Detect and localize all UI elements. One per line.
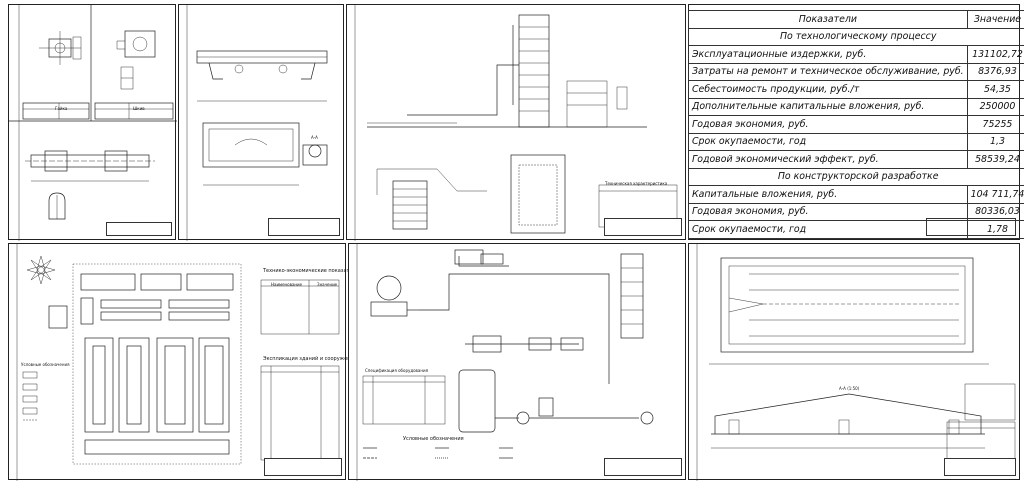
detail-title-label-2: Шкив <box>133 106 145 111</box>
section-aa2-label: А-А (1:50) <box>839 386 860 391</box>
tech-characteristic-title: Техническая характеристика <box>605 181 668 186</box>
legend-title: Условные обозначения <box>21 362 70 367</box>
building-plan-graphics <box>696 244 1016 481</box>
detail-title-label: Гайка <box>55 106 68 111</box>
title-block <box>106 222 172 236</box>
row-value: 250000 <box>966 97 1024 116</box>
table-row: Срок окупаемости, год 1,3 <box>688 132 1024 151</box>
row-value: 1,3 <box>966 132 1024 151</box>
row-value: 1,78 <box>966 220 1024 239</box>
apparatus-drawing-graphics <box>354 5 678 241</box>
row-name: Срок окупаемости, год <box>688 220 968 239</box>
section-title: По конструкторской разработке <box>687 167 1024 186</box>
row-name: Капитальные вложения, руб. <box>688 185 968 204</box>
row-name: Эксплуатационные издержки, руб. <box>688 45 968 64</box>
table-row: Затраты на ремонт и техническое обслужив… <box>688 62 1024 81</box>
drawing-sheet-site-plan: Технико-экономические показатели Наимено… <box>8 243 359 481</box>
table-row: Дополнительные капитальные вложения, руб… <box>688 97 1024 116</box>
spec-title: Спецификация оборудования <box>365 368 428 373</box>
section-row: По технологическому процессу <box>687 27 1024 46</box>
drawing-sheet-apparatus: Техническая характеристика <box>346 4 686 241</box>
table-row: Срок окупаемости, год 1,78 <box>688 220 1024 239</box>
row-value: 8376,93 <box>966 62 1024 81</box>
section-aa-label: А-А <box>311 135 318 140</box>
row-value: 80336,03 <box>966 202 1024 221</box>
row-value: 58539,24 <box>966 150 1024 169</box>
title-block <box>604 218 682 236</box>
col-zn-label: Значение <box>317 282 338 287</box>
row-value: 54,35 <box>966 80 1024 99</box>
legend-title-2: Условные обозначения <box>403 436 464 442</box>
row-value: 131102,72 <box>966 45 1024 64</box>
title-block <box>944 458 1016 476</box>
table-row: Годовой экономический эффект, руб. 58539,… <box>688 150 1024 169</box>
table-row: Годовая экономия, руб. 80336,03 <box>688 202 1024 221</box>
frame-drawing-graphics <box>186 5 328 241</box>
header-value: Значение <box>966 10 1024 29</box>
row-name: Затраты на ремонт и техническое обслужив… <box>688 62 968 81</box>
table-row: Годовая экономия, руб. 75255 <box>688 115 1024 134</box>
section-title: По технологическому процессу <box>687 27 1024 46</box>
row-name: Срок окупаемости, год <box>688 132 968 151</box>
wind-rose-icon <box>26 255 56 285</box>
row-name: Дополнительные капитальные вложения, руб… <box>688 97 968 116</box>
process-scheme-graphics <box>356 244 654 481</box>
explication-title: Экспликация зданий и сооружений <box>263 356 358 362</box>
table-row: Себестоимость продукции, руб./т 54,35 <box>688 80 1024 99</box>
row-name: Годовой экономический эффект, руб. <box>688 150 968 169</box>
section-row: По конструкторской разработке <box>687 167 1024 186</box>
row-name: Годовая экономия, руб. <box>688 115 968 134</box>
row-value: 104 711,74 <box>966 185 1024 204</box>
table-header-row: Показатели Значение <box>688 10 1024 29</box>
indicators-table: Показатели Значение По технологическому … <box>687 10 1024 239</box>
title-block <box>268 218 340 236</box>
row-name: Годовая экономия, руб. <box>688 202 968 221</box>
tech-econ-title: Технико-экономические показатели <box>263 268 359 274</box>
title-block <box>604 458 682 476</box>
col-naim-label: Наименование <box>271 282 303 287</box>
drawing-sheet-building-plan: А-А (1:50) <box>688 243 1020 481</box>
header-indicators: Показатели <box>688 10 968 29</box>
table-row: Эксплуатационные издержки, руб. 131102,72 <box>688 45 1024 64</box>
drawing-sheet-process-scheme: Спецификация оборудования Условные обозн… <box>348 243 686 481</box>
details-drawing-graphics <box>9 5 177 241</box>
drawing-sheet-frame: А-А <box>178 4 344 241</box>
table-row: Капитальные вложения, руб. 104 711,74 <box>688 185 1024 204</box>
row-value: 75255 <box>966 115 1024 134</box>
drawing-sheet-details: Гайка Шкив <box>8 4 177 241</box>
row-name: Себестоимость продукции, руб./т <box>688 80 968 99</box>
title-block <box>264 458 342 476</box>
